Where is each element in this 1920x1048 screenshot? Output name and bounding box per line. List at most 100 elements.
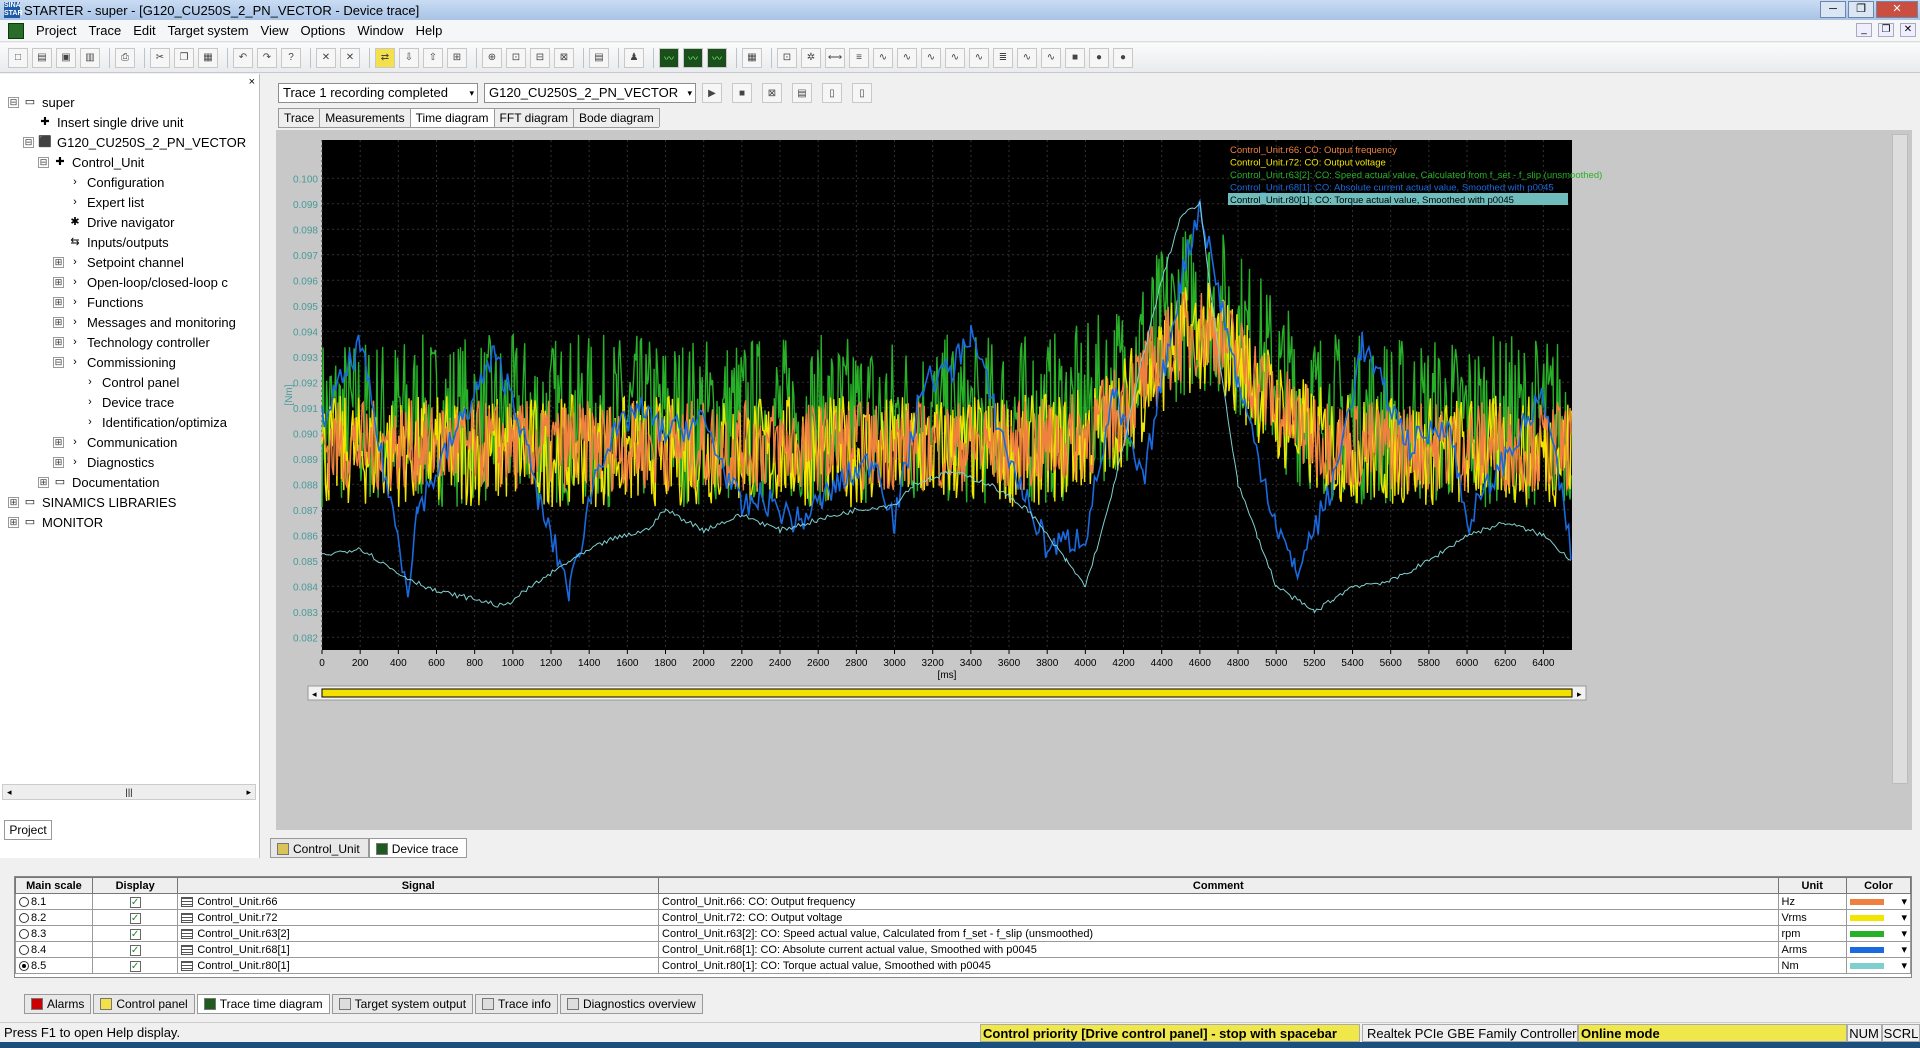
new-project-icon[interactable]: □ [8,47,28,68]
save-compile-icon[interactable]: ▥ [80,47,100,68]
color-cell[interactable]: ▾ [1845,909,1912,926]
tab-trace[interactable]: Trace [278,108,321,127]
upload-icon[interactable]: ⇧ [423,47,443,68]
main-scale-cell[interactable]: 8.5 [15,957,93,974]
tree-expander-icon[interactable]: ⊞ [53,436,64,448]
copy-icon[interactable]: ❐ [174,47,194,68]
tree-item[interactable]: ✱ Drive navigator [8,212,246,232]
trace-view-icon[interactable]: 〰 [659,47,679,68]
close-button[interactable]: ✕ [1876,1,1918,18]
col-comment[interactable]: Comment [658,877,1779,894]
display-cell[interactable]: ✓ [91,925,179,942]
trace-download-icon[interactable]: ▯ [852,83,872,103]
trace-bode-icon[interactable]: 〰 [707,47,727,68]
dropdown-arrow-icon[interactable]: ▾ [1901,927,1907,940]
tree-expander-icon[interactable]: ⊞ [53,456,64,468]
tree-expander-icon[interactable]: ⊞ [38,476,49,488]
trace-status-select[interactable]: Trace 1 recording completed ▾ [278,83,478,103]
device-select[interactable]: G120_CU250S_2_PN_VECTOR ▾ [484,83,696,103]
tree-item[interactable]: ⊟ ✚ Control_Unit [8,152,246,172]
tab-bode-diagram[interactable]: Bode diagram [573,108,660,127]
curve-e-icon[interactable]: ∿ [969,47,989,68]
delete-icon[interactable]: ✕ [316,47,336,68]
zoom-x-icon[interactable]: ⟷ [825,47,845,68]
main-scale-cell[interactable]: 8.4 [15,941,93,958]
tab-time-diagram[interactable]: Time diagram [409,108,495,127]
accessible-nodes-icon[interactable]: ♟ [624,47,644,68]
tree-expander-icon[interactable]: ⊟ [53,356,64,368]
trace-save-icon[interactable]: ▤ [792,83,812,103]
tab-target-system-output[interactable]: Target system output [331,994,474,1014]
menu-window[interactable]: Window [351,23,409,38]
mdi-close-button[interactable]: ✕ [1900,23,1916,37]
scroll-right-icon[interactable]: ▸ [246,787,251,798]
main-scale-cell[interactable]: 8.3 [15,925,93,942]
tree-expander-icon[interactable]: ⊟ [23,136,34,148]
color-swatch[interactable] [1849,962,1884,969]
document-icon[interactable] [8,22,24,39]
tab-control-unit[interactable]: Control_Unit [270,838,369,858]
main-scale-radio[interactable] [19,912,29,923]
tab-alarms[interactable]: Alarms [24,994,92,1014]
tree-expander-icon[interactable]: ⊞ [53,276,64,288]
menu-trace[interactable]: Trace [82,23,127,38]
restore-button[interactable]: ❐ [1848,1,1874,18]
help-cursor-icon[interactable]: ? [281,47,301,68]
grid-icon[interactable]: ▦ [742,47,762,68]
network-icon[interactable]: ⊞ [447,47,467,68]
tree-item[interactable]: ⊟ › Commissioning [8,352,246,372]
curve-d-icon[interactable]: ∿ [945,47,965,68]
minimize-button[interactable]: ─ [1820,1,1846,18]
tree-item[interactable]: ⊞ › Open-loop/closed-loop c [8,272,246,292]
menu-project[interactable]: Project [30,23,82,38]
print-icon[interactable]: ⎙ [115,47,135,68]
color-swatch[interactable] [1849,914,1884,921]
fill-rect-icon[interactable]: ■ [1065,47,1085,68]
table-row[interactable]: 8.2 ✓ Control_Unit.r72 Control_Unit.r72:… [15,909,1912,926]
tree-horizontal-scrollbar[interactable]: ◂ ||| ▸ [2,784,256,800]
color-swatch[interactable] [1849,930,1884,937]
time-diagram-chart[interactable]: 0.082 0.083 0.084 0.085 0.086 0.087 0.088 0.089… [276,130,1888,830]
tree-item[interactable]: ⊞ ▭ MONITOR [8,512,246,532]
tree-item[interactable]: ⊟ ⬛ G120_CU250S_2_PN_VECTOR [8,132,246,152]
curve-h-icon[interactable]: ∿ [1041,47,1061,68]
tree-expander-icon[interactable]: ⊞ [8,516,19,528]
tree-expander-icon[interactable]: ⊞ [8,496,19,508]
menu-help[interactable]: Help [410,23,449,38]
main-scale-cell[interactable]: 8.2 [15,909,93,926]
start-trace-icon[interactable]: ▶ [702,83,722,103]
tree-item[interactable]: ⇆ Inputs/outputs [8,232,246,252]
curve-b-icon[interactable]: ∿ [897,47,917,68]
curve-a-icon[interactable]: ∿ [873,47,893,68]
zoom-box-icon[interactable]: ⊡ [777,47,797,68]
display-checkbox[interactable]: ✓ [129,896,141,908]
close-icon[interactable]: × [249,76,255,88]
tab-measurements[interactable]: Measurements [319,108,411,127]
tree-item[interactable]: › Control panel [8,372,246,392]
tree-item[interactable]: › Identification/optimiza [8,412,246,432]
save-icon[interactable]: ▣ [56,47,76,68]
tree-item[interactable]: › Device trace [8,392,246,412]
main-scale-radio[interactable] [19,960,29,971]
main-scale-radio[interactable] [19,928,29,939]
tree-expander-icon[interactable]: ⊞ [53,316,64,328]
scroll-thumb[interactable]: ||| [125,787,132,797]
table-row[interactable]: 8.4 ✓ Control_Unit.r68[1] Control_Unit.r… [15,941,1912,958]
redo-icon[interactable]: ↷ [257,47,277,68]
tab-diagnostics-overview[interactable]: Diagnostics overview [559,994,703,1014]
menu-target-system[interactable]: Target system [162,23,255,38]
col-color[interactable]: Color [1845,877,1912,894]
main-scale-radio[interactable] [19,896,29,907]
connect-target-icon[interactable]: ⇄ [375,47,395,68]
display-cell[interactable]: ✓ [91,941,179,958]
undo-icon[interactable]: ↶ [233,47,253,68]
signal-cell[interactable]: Control_Unit.r63[2] [177,925,660,942]
download-icon[interactable]: ⇩ [399,47,419,68]
gear-icon[interactable]: ✲ [801,47,821,68]
paste-icon[interactable]: ▦ [198,47,218,68]
col-display[interactable]: Display [91,877,179,894]
tree-item[interactable]: ⊞ › Setpoint channel [8,252,246,272]
color-swatch[interactable] [1849,946,1884,953]
col-signal[interactable]: Signal [177,877,660,894]
tree-item[interactable]: › Configuration [8,172,246,192]
